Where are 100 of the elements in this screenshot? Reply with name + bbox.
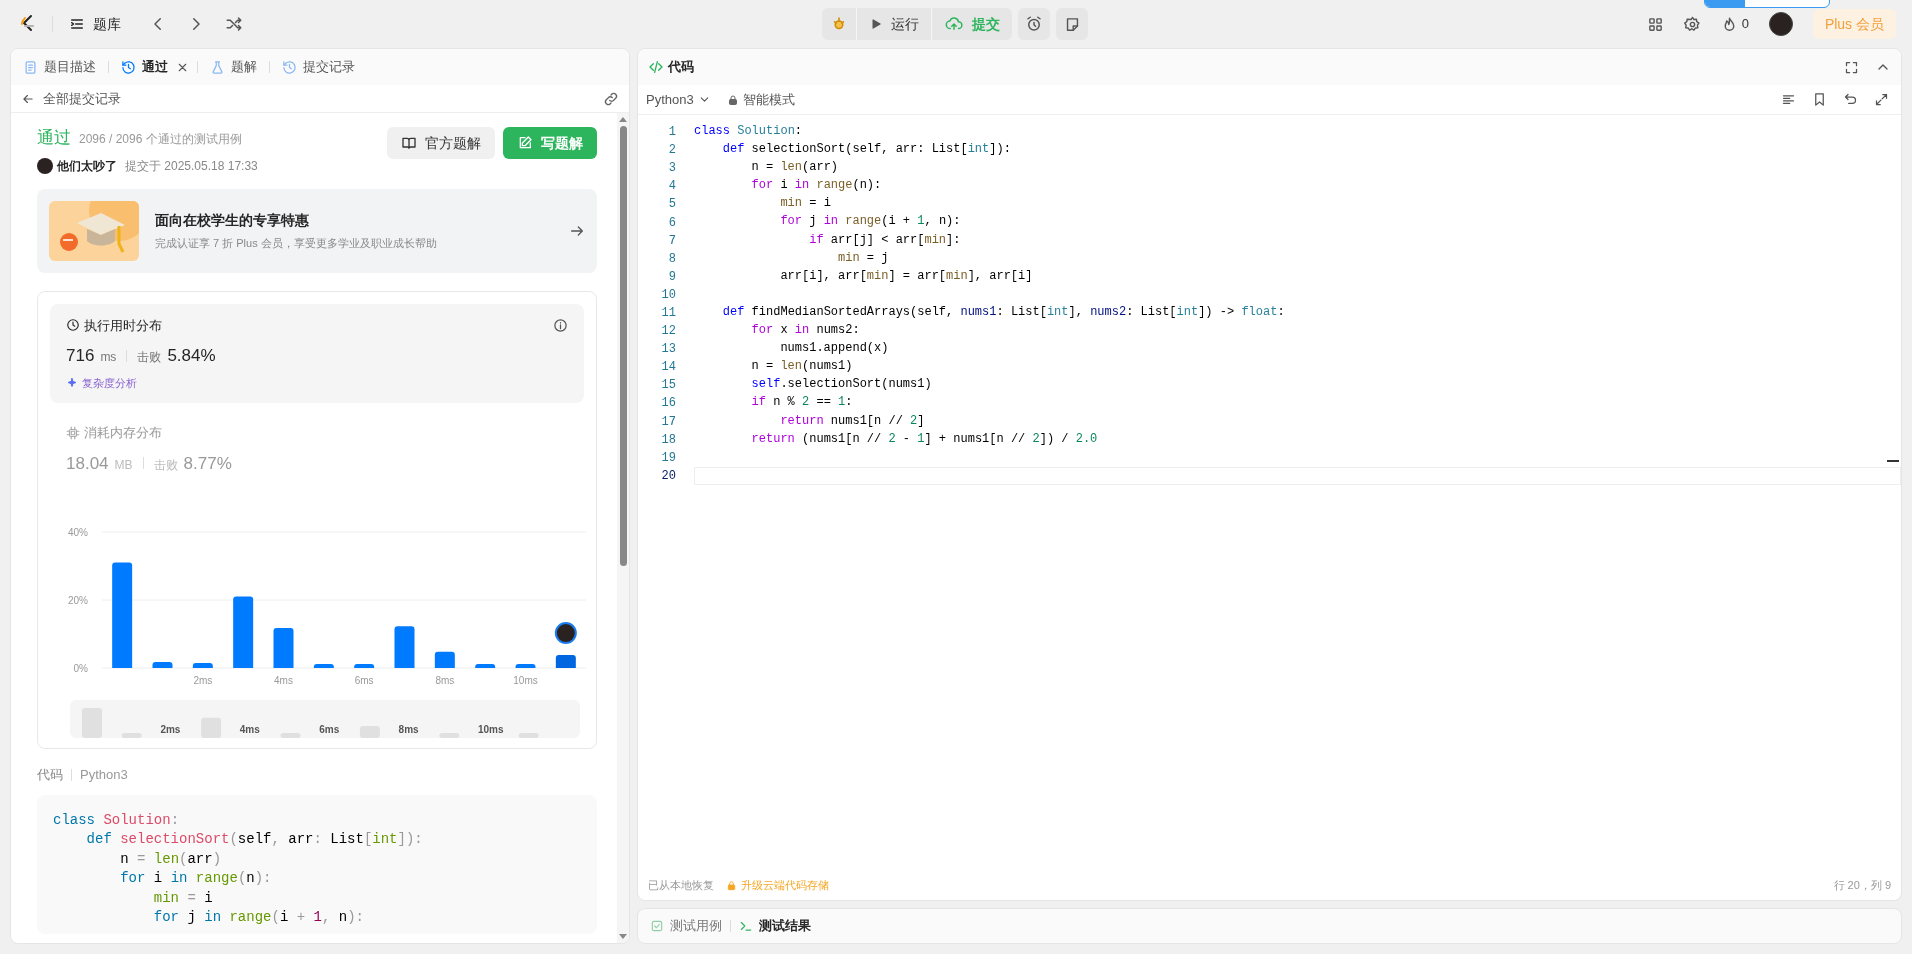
range-navigator[interactable]: 2ms 4ms 6ms 8ms 10ms xyxy=(70,700,580,738)
promo-subtitle: 完成认证享 7 折 Plus 会员，享受更多学业及职业成长帮助 xyxy=(155,235,437,251)
y-tick-label: 40% xyxy=(68,527,88,538)
line-number: 14 xyxy=(660,359,676,377)
bookmark-icon[interactable] xyxy=(1812,92,1827,107)
panel-tab[interactable]: 题目描述 xyxy=(19,53,100,81)
line-number: 20 xyxy=(660,467,676,485)
code-line: for i in range(n): xyxy=(119,869,273,888)
navigator-bar xyxy=(280,733,301,738)
settings-icon[interactable] xyxy=(1683,15,1701,33)
cursor-marker xyxy=(1887,460,1899,462)
panel-tab[interactable]: 提交记录 xyxy=(278,53,359,81)
panel-tab[interactable]: 题解 xyxy=(206,53,261,81)
note-button[interactable] xyxy=(1056,8,1088,40)
bar[interactable] xyxy=(152,661,173,668)
run-button[interactable]: 运行 xyxy=(856,8,931,40)
panel-title: 代码 xyxy=(668,58,694,77)
bar[interactable] xyxy=(112,562,133,668)
x-tick-label: 8ms xyxy=(435,675,455,686)
bar[interactable] xyxy=(354,663,375,668)
problem-bank-button[interactable]: 题库 xyxy=(65,13,125,35)
scrollbar[interactable] xyxy=(617,113,629,943)
navigator-bar xyxy=(201,717,222,738)
expand-icon[interactable] xyxy=(1874,92,1889,107)
line-number: 19 xyxy=(660,449,676,467)
bar[interactable] xyxy=(555,655,576,668)
navigator-bar xyxy=(518,733,539,738)
grid-icon[interactable] xyxy=(1646,15,1664,33)
line-number: 18 xyxy=(660,431,676,449)
undo-icon[interactable] xyxy=(1843,92,1858,107)
code-line: n = len(arr) xyxy=(750,159,840,177)
history-icon xyxy=(121,59,136,75)
code-line: min = j xyxy=(837,249,890,267)
back-link[interactable]: 全部提交记录 xyxy=(21,88,121,109)
username[interactable]: 他们太吵了 xyxy=(57,156,117,175)
beat-label: 击败 xyxy=(153,456,178,474)
lock-icon xyxy=(726,93,739,106)
bar[interactable] xyxy=(475,663,496,668)
streak-count: 0 xyxy=(1741,15,1749,34)
code-line: for i in range(n): xyxy=(750,177,883,195)
panel-tab[interactable]: 通过 xyxy=(117,53,172,81)
code-line: return (nums1[n // 2 - 1] + nums1[n // 2]) / 2.0 xyxy=(750,430,1099,448)
metric-unit: MB xyxy=(114,456,133,474)
bar[interactable] xyxy=(233,596,254,668)
shuffle-icon[interactable] xyxy=(225,15,243,33)
bottom-tab[interactable]: 测试用例 xyxy=(650,916,722,936)
mode-button[interactable]: 智能模式 xyxy=(726,89,795,110)
test-case-count: 2096 / 2096 个通过的测试用例 xyxy=(79,131,242,148)
line-number: 1 xyxy=(667,124,676,142)
history-icon xyxy=(282,59,297,75)
x-tick-label: 10ms xyxy=(513,675,538,686)
code-line: self.selectionSort(nums1) xyxy=(750,376,933,394)
code-line: nums1.append(x) xyxy=(779,340,890,358)
x-tick-label: 4ms xyxy=(274,675,293,686)
chip-icon xyxy=(66,425,80,440)
language-label: Python3 xyxy=(80,766,128,784)
code-line: return nums1[n // 2] xyxy=(779,412,926,430)
submission-time: 提交于 2025.05.18 17:33 xyxy=(125,157,258,175)
info-icon[interactable] xyxy=(553,317,568,333)
beat-percentage: 8.77% xyxy=(183,452,232,475)
metric-value: 716 xyxy=(66,345,95,367)
navigator-bar xyxy=(359,726,380,738)
list-icon xyxy=(69,16,85,32)
alarm-button[interactable] xyxy=(1018,8,1050,40)
navigator-label: 6ms xyxy=(319,723,340,737)
fullscreen-icon[interactable] xyxy=(1844,59,1859,75)
line-number: 16 xyxy=(660,395,676,413)
avatar xyxy=(554,622,577,645)
line-number: 15 xyxy=(660,377,676,395)
link-icon[interactable] xyxy=(603,90,619,107)
avatar[interactable] xyxy=(1768,12,1793,36)
language-dropdown[interactable]: Python3 xyxy=(646,89,711,110)
bar[interactable] xyxy=(192,662,213,668)
code-line: min = i xyxy=(779,195,832,213)
line-number: 7 xyxy=(667,232,676,250)
code-line: n = len(arr) xyxy=(119,849,223,869)
x-tick-label: 2ms xyxy=(193,675,213,686)
metric-title: 消耗内存分布 xyxy=(84,424,162,442)
line-number: 3 xyxy=(667,160,676,178)
bottom-tab[interactable]: 测试结果 xyxy=(739,916,811,936)
section-label: 代码 xyxy=(37,766,63,784)
code-line: for j in range(i + 1, n): xyxy=(152,908,365,927)
bar[interactable] xyxy=(313,663,334,668)
lock-icon xyxy=(726,879,737,891)
play-icon xyxy=(869,17,883,31)
promo-card[interactable]: 面向在校学生的专享特惠 完成认证享 7 折 Plus 会员，享受更多学业及职业成长帮助 xyxy=(37,188,597,273)
official-solution-button[interactable]: 官方题解 xyxy=(387,127,495,159)
line-number: 12 xyxy=(660,323,676,341)
y-tick-label: 0% xyxy=(73,663,88,674)
bar[interactable] xyxy=(434,651,455,668)
cloud-upload-icon xyxy=(944,15,964,33)
complexity-analysis-link[interactable]: 复杂度分析 xyxy=(66,374,568,391)
bar[interactable] xyxy=(515,663,536,668)
metric-panel[interactable]: 执行用时分布 716 ms 击败 5.84% 复杂度分析 xyxy=(50,303,584,403)
code-line: min = i xyxy=(152,888,214,908)
line-number: 17 xyxy=(660,413,676,431)
bar[interactable] xyxy=(273,627,294,668)
align-icon[interactable] xyxy=(1781,92,1796,107)
document-icon xyxy=(23,59,38,75)
sparkle-icon xyxy=(66,376,78,389)
